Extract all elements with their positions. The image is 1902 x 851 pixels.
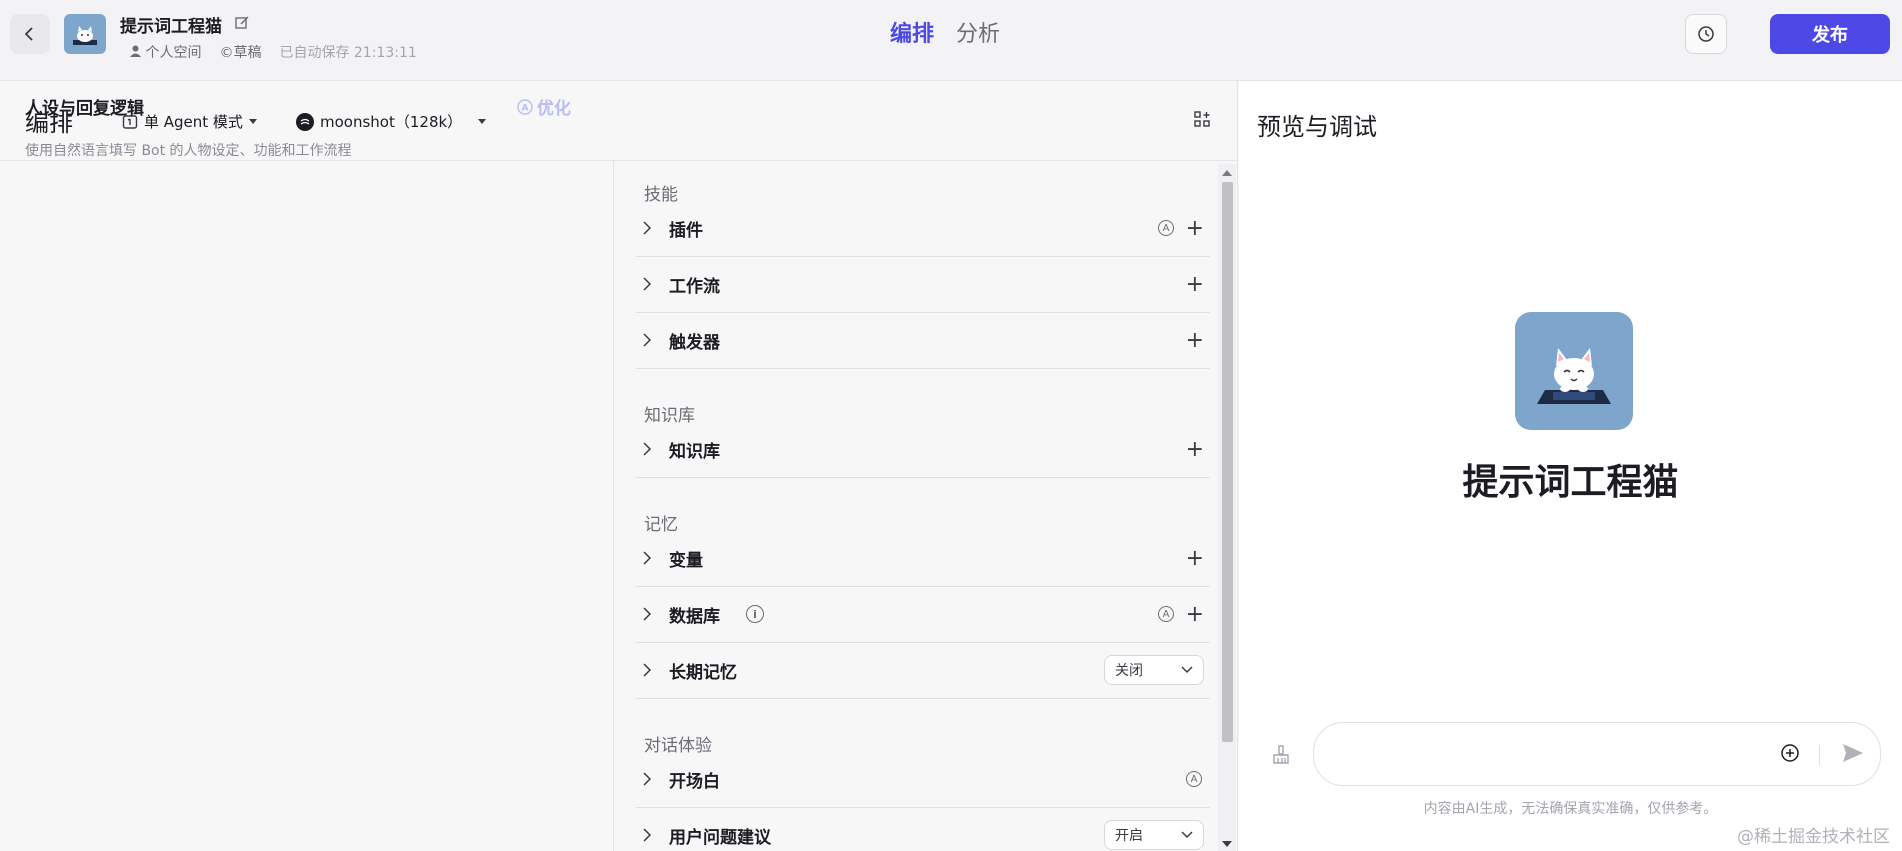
chevron-down-icon — [1181, 666, 1193, 674]
preview-title: 预览与调试 — [1257, 113, 1377, 141]
persona-input[interactable]: 使用自然语言填写 Bot 的人物设定、功能和工作流程 — [25, 140, 352, 160]
row-label: 用户问题建议 — [669, 828, 771, 848]
back-button[interactable] — [10, 14, 50, 54]
chevron-right-icon — [643, 607, 652, 621]
cat-laptop-icon — [73, 26, 97, 45]
row-trigger[interactable]: 触发器 + — [636, 313, 1210, 369]
row-label: 触发器 — [669, 333, 720, 353]
tab-arrange[interactable]: 编排 — [890, 16, 934, 48]
suggestion-select[interactable]: 开启 — [1104, 820, 1204, 850]
add-workflow-button[interactable]: + — [1186, 274, 1204, 296]
chevron-right-icon — [643, 221, 652, 235]
add-database-button[interactable]: + — [1186, 604, 1204, 626]
cat-laptop-icon — [1537, 348, 1611, 404]
autosave-status: 已自动保存 21:13:11 — [279, 45, 417, 61]
add-plugin-button[interactable]: + — [1186, 218, 1204, 240]
chevron-right-icon — [643, 442, 652, 456]
persona-panel — [0, 161, 614, 851]
publish-button[interactable]: 发布 — [1770, 14, 1890, 54]
add-attachment-icon[interactable] — [1780, 743, 1800, 763]
svg-text:A: A — [522, 103, 529, 113]
row-variable[interactable]: 变量 + — [636, 531, 1210, 587]
row-long-memory[interactable]: 长期记忆 关闭 — [636, 643, 1210, 699]
scroll-down-icon — [1222, 841, 1232, 847]
info-icon[interactable]: i — [746, 605, 764, 623]
auto-icon[interactable]: A — [1158, 606, 1174, 622]
tab-analysis[interactable]: 分析 — [956, 16, 1000, 48]
skills-scrollbar[interactable] — [1218, 164, 1236, 851]
optimize-button[interactable]: A 优化 — [517, 94, 571, 119]
user-icon — [130, 45, 141, 57]
send-icon[interactable] — [1842, 743, 1864, 763]
row-label: 工作流 — [669, 277, 720, 297]
auto-icon[interactable]: A — [1158, 220, 1174, 236]
skills-panel: 技能 插件 A + 工作流 + 触发器 + 知识库 知识库 + 记忆 变量 + … — [614, 161, 1224, 851]
row-label: 插件 — [669, 221, 703, 241]
moonshot-logo-icon — [296, 112, 314, 131]
add-knowledge-button[interactable]: + — [1186, 439, 1204, 461]
chevron-left-icon — [24, 27, 33, 41]
ai-disclaimer: 内容由AI生成，无法确保真实准确，仅供参考。 — [1423, 801, 1718, 817]
row-suggestion[interactable]: 用户问题建议 开启 — [636, 808, 1210, 851]
space-label: 个人空间 — [130, 42, 201, 62]
history-button[interactable] — [1685, 14, 1727, 54]
preview-bot-name: 提示词工程猫 — [1462, 462, 1679, 503]
bot-avatar[interactable] — [64, 14, 106, 54]
add-variable-button[interactable]: + — [1186, 548, 1204, 570]
main-tabs: 编排 分析 — [890, 16, 1000, 48]
row-knowledge[interactable]: 知识库 + — [636, 422, 1210, 478]
scroll-up-icon — [1222, 170, 1232, 176]
preview-pane: 预览与调试 提示词工程猫 内容由AI生成，无法确保真实准确，仅供参考。 — [1239, 81, 1902, 851]
auto-icon[interactable]: A — [1186, 771, 1202, 787]
long-memory-select[interactable]: 关闭 — [1104, 655, 1204, 685]
edit-icon[interactable] — [234, 15, 250, 35]
row-opening[interactable]: 开场白 A — [636, 752, 1210, 808]
row-workflow[interactable]: 工作流 + — [636, 257, 1210, 313]
chevron-right-icon — [643, 277, 652, 291]
preview-bot-avatar — [1515, 312, 1633, 430]
caret-down-icon — [248, 118, 257, 124]
row-label: 知识库 — [669, 442, 720, 462]
add-trigger-button[interactable]: + — [1186, 330, 1204, 352]
chat-input[interactable] — [1313, 722, 1881, 786]
caret-down-icon — [478, 118, 487, 124]
bot-meta: 个人空间 ©草稿 已自动保存 21:13:11 — [130, 42, 417, 62]
chevron-right-icon — [643, 663, 652, 677]
row-label: 开场白 — [669, 772, 720, 792]
watermark: @稀土掘金技术社区 — [1737, 827, 1890, 847]
auto-icon: A — [517, 98, 533, 115]
draft-status: ©草稿 — [219, 45, 262, 61]
row-label: 长期记忆 — [669, 663, 737, 683]
top-bar: 提示词工程猫 个人空间 ©草稿 已自动保存 21:13:11 编排 分析 发布 — [0, 0, 1902, 81]
model-select[interactable]: moonshot（128k） — [296, 111, 487, 132]
row-label: 数据库 — [669, 607, 720, 627]
persona-title: 人设与回复逻辑 — [25, 99, 144, 119]
chevron-down-icon — [1181, 831, 1193, 839]
bot-name: 提示词工程猫 — [120, 17, 222, 37]
row-plugin[interactable]: 插件 A + — [636, 201, 1210, 257]
clear-history-icon[interactable] — [1271, 745, 1291, 769]
chevron-right-icon — [643, 551, 652, 565]
chevron-right-icon — [643, 333, 652, 347]
layout-toggle-icon[interactable] — [1194, 111, 1210, 131]
row-label: 变量 — [669, 551, 703, 571]
row-database[interactable]: 数据库 i A + — [636, 587, 1210, 643]
chevron-right-icon — [643, 772, 652, 786]
divider — [1819, 745, 1820, 765]
history-icon — [1698, 26, 1714, 42]
scroll-thumb[interactable] — [1222, 182, 1233, 742]
chevron-right-icon — [643, 828, 652, 842]
